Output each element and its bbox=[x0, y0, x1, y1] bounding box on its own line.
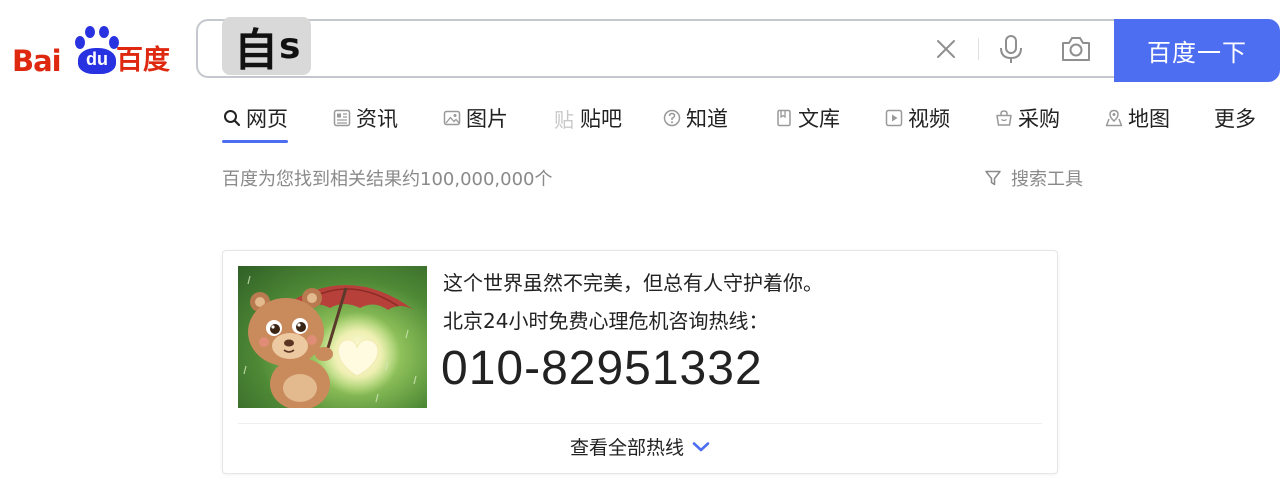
tab-tieba[interactable]: 贴 贴吧 bbox=[552, 100, 622, 136]
logo-paw-text: du bbox=[86, 49, 108, 69]
tab-label: 地图 bbox=[1128, 107, 1170, 131]
search-tools-label: 搜索工具 bbox=[1011, 169, 1083, 190]
map-icon bbox=[1104, 108, 1124, 128]
tab-label: 贴吧 bbox=[580, 107, 622, 131]
tab-web[interactable]: 网页 bbox=[222, 100, 288, 143]
search-box[interactable]: 自s bbox=[196, 17, 1114, 78]
tab-label: 资讯 bbox=[356, 107, 398, 131]
search-query[interactable]: 自s bbox=[222, 17, 312, 76]
tab-more[interactable]: 更多 bbox=[1214, 100, 1256, 136]
tieba-icon: 贴 bbox=[554, 107, 574, 132]
tab-wenku[interactable]: 文库 bbox=[774, 100, 840, 136]
search-icon bbox=[222, 108, 242, 128]
news-icon bbox=[332, 108, 352, 128]
query-latin-text: s bbox=[279, 25, 300, 67]
baidu-logo[interactable]: Bai du 百度 bbox=[12, 26, 176, 78]
search-icon-divider bbox=[978, 37, 979, 60]
tab-purchase[interactable]: 采购 bbox=[994, 100, 1060, 136]
filter-icon bbox=[985, 170, 1001, 186]
search-button[interactable]: 百度一下 bbox=[1114, 19, 1280, 82]
shopping-basket-icon bbox=[994, 108, 1014, 128]
tab-label: 网页 bbox=[246, 107, 288, 131]
video-icon bbox=[884, 108, 904, 128]
tab-label: 图片 bbox=[466, 107, 508, 131]
tab-zhidao[interactable]: 知道 bbox=[662, 100, 728, 136]
view-all-hotlines-link[interactable]: 查看全部热线 bbox=[223, 433, 1057, 460]
chevron-down-icon bbox=[692, 441, 710, 451]
tab-label: 采购 bbox=[1018, 107, 1060, 131]
document-icon bbox=[774, 108, 794, 128]
microphone-icon[interactable] bbox=[991, 29, 1031, 69]
tab-images[interactable]: 图片 bbox=[442, 100, 508, 136]
hotline-phone-number[interactable]: 010-82951332 bbox=[441, 341, 763, 396]
view-all-hotlines-label: 查看全部热线 bbox=[569, 437, 684, 459]
bear-umbrella-image bbox=[238, 266, 427, 408]
image-icon bbox=[442, 108, 462, 128]
question-icon bbox=[662, 108, 682, 128]
logo-latin-text: Bai bbox=[12, 44, 62, 78]
tab-map[interactable]: 地图 bbox=[1104, 100, 1170, 136]
camera-icon[interactable] bbox=[1056, 29, 1096, 69]
tab-video[interactable]: 视频 bbox=[884, 100, 950, 136]
logo-chinese-text: 百度 bbox=[116, 45, 170, 76]
tab-news[interactable]: 资讯 bbox=[332, 100, 398, 136]
result-count: 百度为您找到相关结果约100,000,000个 bbox=[222, 169, 553, 190]
tab-label: 文库 bbox=[798, 107, 840, 131]
search-tools-button[interactable]: 搜索工具 bbox=[984, 165, 1083, 191]
query-chinese-text: 自 bbox=[234, 25, 278, 76]
close-icon[interactable] bbox=[926, 29, 966, 69]
card-divider bbox=[238, 423, 1042, 424]
tab-label: 更多 bbox=[1214, 107, 1256, 131]
tab-label: 知道 bbox=[686, 107, 728, 131]
hotline-card: 这个世界虽然不完美，但总有人守护着你。 北京24小时免费心理危机咨询热线： 01… bbox=[222, 250, 1058, 474]
paw-icon: du bbox=[74, 26, 120, 76]
card-slogan: 这个世界虽然不完美，但总有人守护着你。 bbox=[443, 271, 823, 295]
search-tabs: 网页 资讯 图片 贴 贴吧 知道 文库 视频 采购 地图 更多 bbox=[222, 100, 1280, 144]
card-hotline-title: 北京24小时免费心理危机咨询热线： bbox=[443, 309, 769, 333]
tab-label: 视频 bbox=[908, 107, 950, 131]
